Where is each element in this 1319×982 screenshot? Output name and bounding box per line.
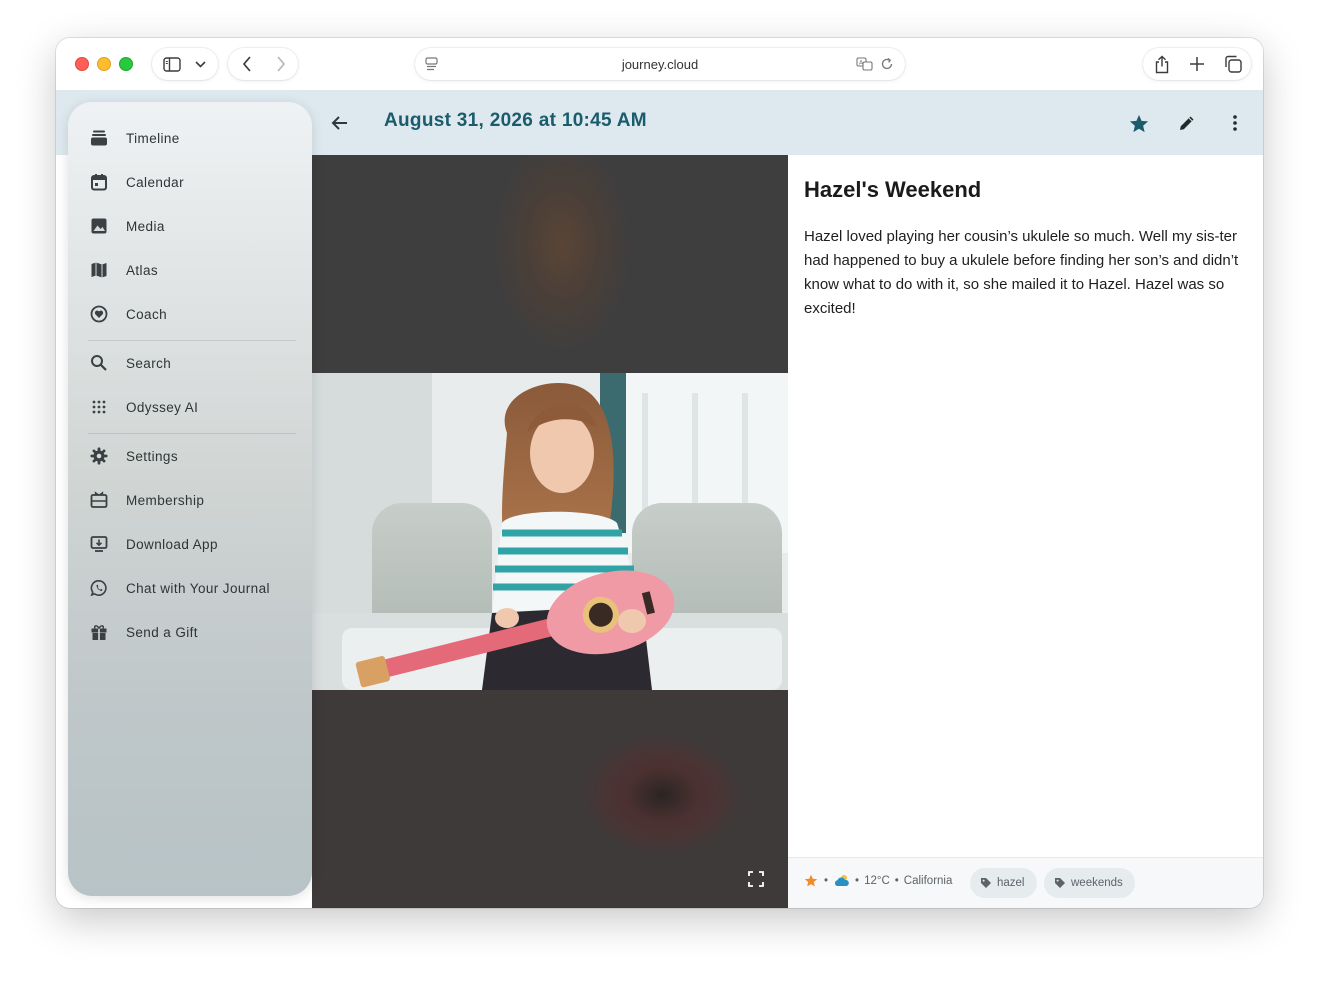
girl-with-ukulele-photo	[312, 373, 788, 690]
temperature-text: 12°C	[864, 874, 890, 887]
tag-icon	[980, 877, 992, 889]
sidebar-item-label: Chat with Your Journal	[126, 580, 270, 596]
sidebar-item-chat-with-journal[interactable]: Chat with Your Journal	[86, 568, 296, 608]
sidebar-item-label: Search	[126, 355, 172, 371]
media-icon	[86, 213, 112, 239]
sidebar-item-search[interactable]: Search	[86, 343, 296, 383]
sidebar-item-label: Calendar	[126, 174, 184, 190]
sidebar-toggle-group	[152, 48, 218, 80]
star-icon	[1129, 114, 1149, 132]
more-vertical-icon	[1233, 115, 1237, 131]
entry-content: Hazel's Weekend Hazel loved playing her …	[788, 155, 1263, 857]
sidebar-item-label: Membership	[126, 492, 205, 508]
gift-icon	[86, 619, 112, 645]
zoom-window-button[interactable]	[119, 57, 133, 71]
sidebar-item-membership[interactable]: Membership	[86, 480, 296, 520]
sidebar-item-coach[interactable]: Coach	[86, 294, 296, 334]
sidebar-item-odyssey-ai[interactable]: Odyssey AI	[86, 387, 296, 427]
tab-overview-icon[interactable]	[1223, 55, 1243, 73]
whatsapp-chat-icon	[86, 575, 112, 601]
tag-label: weekends	[1071, 877, 1123, 889]
sidebar-item-label: Timeline	[126, 130, 180, 146]
page-menu-icon[interactable]	[423, 56, 439, 72]
rating-star-icon[interactable]	[804, 874, 818, 887]
browser-window: journey.cloud A August 31, 2026 at 10:45…	[56, 38, 1263, 908]
sidebar-item-send-gift[interactable]: Send a Gift	[86, 612, 296, 652]
sidebar-divider	[88, 433, 296, 434]
atlas-map-icon	[86, 257, 112, 283]
entry-photo[interactable]	[312, 373, 788, 690]
share-icon[interactable]	[1153, 54, 1171, 74]
pencil-icon	[1180, 116, 1194, 130]
meta-separator: •	[824, 874, 829, 887]
sidebar-divider	[88, 340, 296, 341]
entry-metadata-bar: • • 12°C • California hazel weekends	[788, 857, 1263, 908]
entry-body-text[interactable]: Hazel loved playing her cousin’s ukulele…	[804, 225, 1250, 321]
photo-blur-backdrop-top	[312, 155, 788, 373]
odyssey-dots-icon	[86, 394, 112, 420]
sidebar-item-label: Odyssey AI	[126, 399, 199, 415]
edit-button[interactable]	[1174, 110, 1200, 136]
sidebar-item-settings[interactable]: Settings	[86, 436, 296, 476]
sidebar-item-label: Atlas	[126, 262, 159, 278]
location-text[interactable]: California	[904, 875, 953, 887]
sidebar-item-atlas[interactable]: Atlas	[86, 250, 296, 290]
journey-app: August 31, 2026 at 10:45 AM Timeline Cal…	[56, 90, 1263, 908]
url-text: journey.cloud	[621, 56, 699, 72]
sidebar-item-media[interactable]: Media	[86, 206, 296, 246]
entry-meta: • • 12°C • California	[804, 874, 952, 887]
entry-title: Hazel's Weekend	[804, 177, 982, 202]
fullscreen-icon[interactable]	[748, 871, 770, 893]
tag-icon	[1054, 877, 1066, 889]
meta-separator: •	[894, 874, 899, 887]
sidebar-item-label: Download App	[126, 536, 218, 552]
sidebar-item-label: Settings	[126, 448, 178, 464]
tag-chip-weekends[interactable]: weekends	[1044, 868, 1135, 898]
back-arrow-icon[interactable]	[327, 110, 353, 136]
timeline-icon	[86, 125, 112, 151]
favorite-star-button[interactable]	[1126, 110, 1152, 136]
sidebar-item-download-app[interactable]: Download App	[86, 524, 296, 564]
gear-icon	[86, 443, 112, 469]
close-window-button[interactable]	[75, 57, 89, 71]
forward-chevron-icon[interactable]	[272, 55, 290, 73]
photo-blur-backdrop-bottom	[312, 690, 788, 908]
chevron-down-icon[interactable]	[192, 57, 208, 71]
sidebar: Timeline Calendar Media Atlas Coach Sear…	[68, 102, 312, 896]
coach-heart-icon	[86, 301, 112, 327]
navigation-group	[228, 48, 298, 80]
meta-separator: •	[855, 874, 860, 887]
reload-icon[interactable]	[879, 56, 895, 72]
sidebar-item-calendar[interactable]: Calendar	[86, 162, 296, 202]
translate-icon[interactable]: A	[855, 56, 875, 72]
tag-chip-hazel[interactable]: hazel	[970, 868, 1037, 898]
membership-icon	[86, 487, 112, 513]
sidebar-item-timeline[interactable]: Timeline	[86, 118, 296, 158]
more-options-button[interactable]	[1222, 110, 1248, 136]
sidebar-toggle-icon[interactable]	[162, 55, 182, 73]
sidebar-item-label: Media	[126, 218, 165, 234]
sidebar-item-label: Coach	[126, 306, 168, 322]
address-bar[interactable]: journey.cloud A	[415, 48, 905, 80]
browser-actions-group	[1143, 48, 1251, 80]
back-chevron-icon[interactable]	[238, 55, 256, 73]
calendar-icon	[86, 169, 112, 195]
entry-date-title: August 31, 2026 at 10:45 AM	[384, 110, 647, 131]
browser-titlebar: journey.cloud A	[56, 38, 1263, 90]
media-panel	[312, 155, 788, 908]
tag-label: hazel	[997, 877, 1025, 889]
weather-cloud-icon	[833, 874, 851, 887]
download-icon	[86, 531, 112, 557]
minimize-window-button[interactable]	[97, 57, 111, 71]
new-tab-plus-icon[interactable]	[1188, 55, 1206, 73]
search-icon	[86, 350, 112, 376]
sidebar-item-label: Send a Gift	[126, 624, 198, 640]
